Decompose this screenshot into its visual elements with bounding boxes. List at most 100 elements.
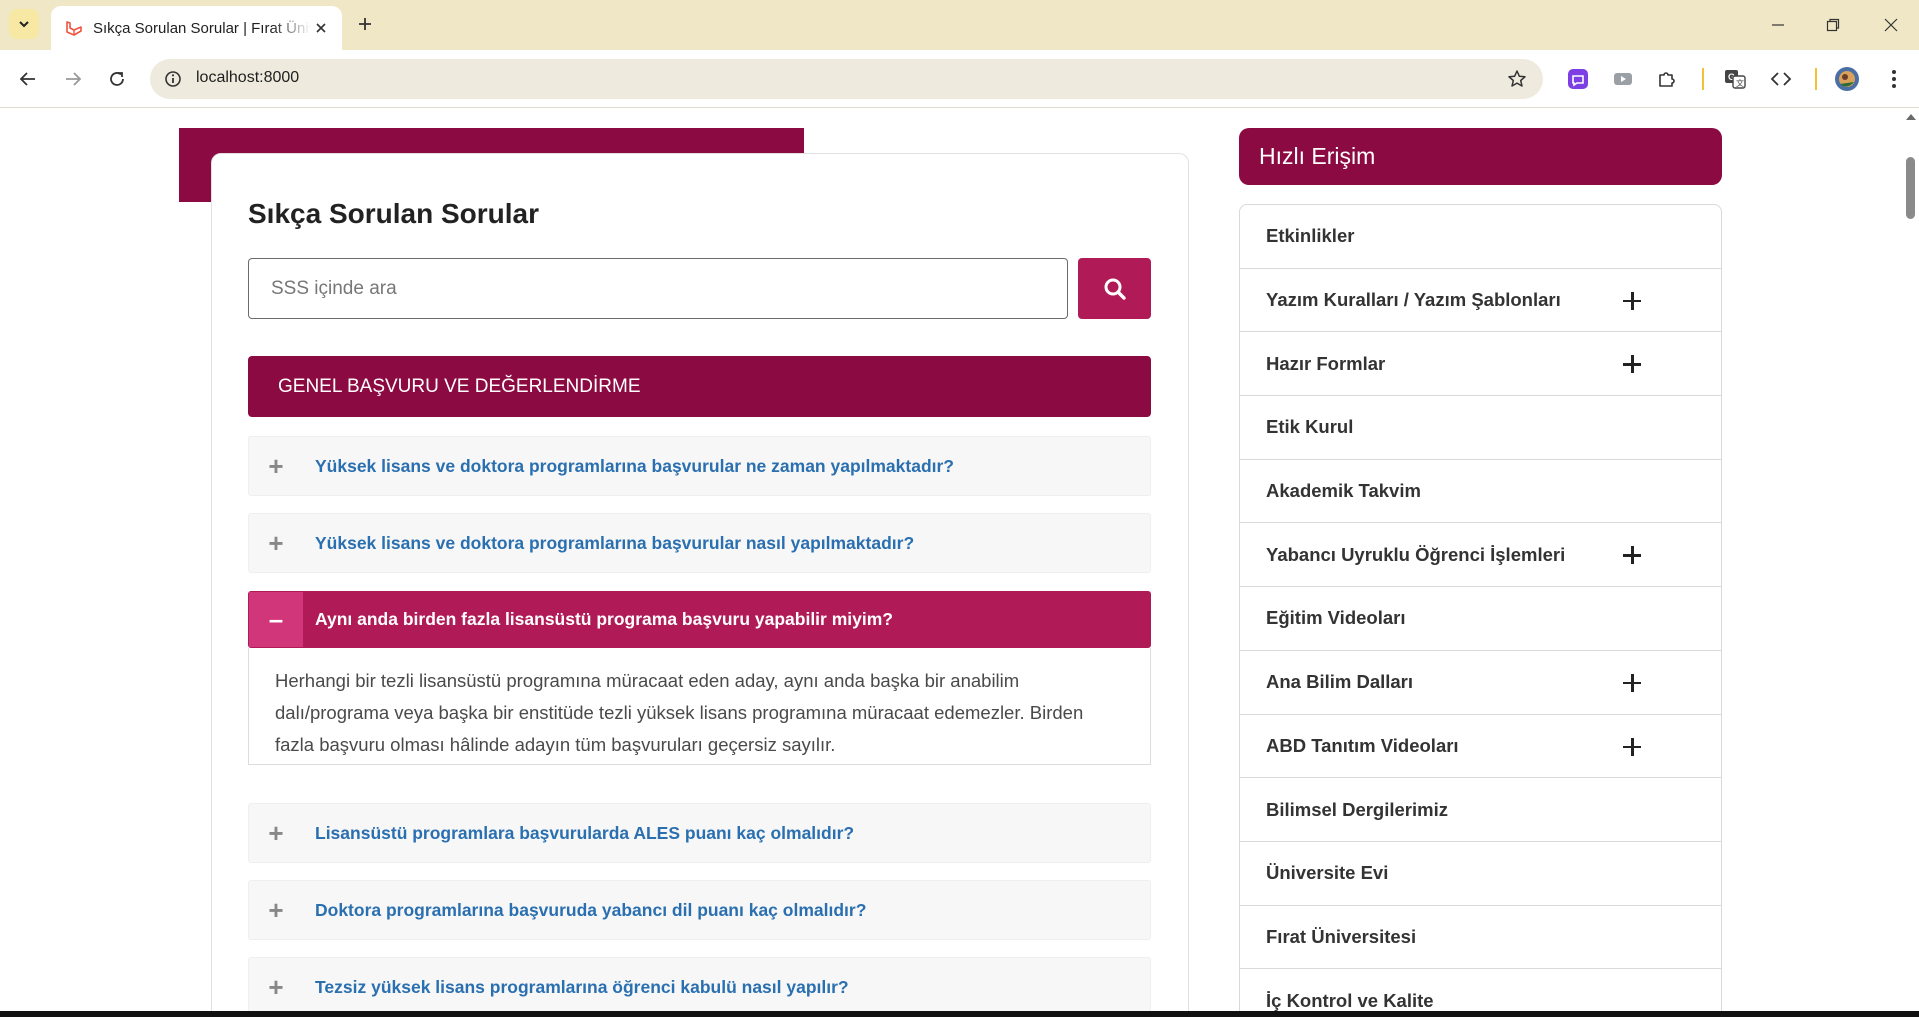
- sidebar-item-yabanci-uyruklu[interactable]: Yabancı Uyruklu Öğrenci İşlemleri: [1240, 523, 1721, 588]
- tab-close-button[interactable]: [312, 19, 330, 37]
- sidebar-item-label[interactable]: Akademik Takvim: [1266, 480, 1421, 502]
- forward-button[interactable]: [57, 63, 89, 95]
- faq-question-text[interactable]: Tezsiz yüksek lisans programlarına öğren…: [315, 958, 849, 1016]
- toolbar-separator: [1702, 68, 1704, 90]
- faq-question-item[interactable]: + Lisansüstü programlara başvurularda AL…: [248, 803, 1151, 863]
- browser-tab-active[interactable]: Sıkça Sorulan Sorular | Fırat Üniversite…: [51, 6, 342, 50]
- sidebar-item-label[interactable]: Üniversite Evi: [1266, 862, 1388, 884]
- back-button[interactable]: [12, 63, 44, 95]
- plus-icon[interactable]: [1621, 736, 1643, 758]
- code-icon: [1770, 72, 1792, 86]
- sidebar-item-label[interactable]: Hazır Formlar: [1266, 353, 1385, 375]
- sidebar-item-label[interactable]: Etkinlikler: [1266, 225, 1354, 247]
- faq-question-item[interactable]: + Doktora programlarına başvuruda yabanc…: [248, 880, 1151, 940]
- toolbar-separator: [1815, 68, 1817, 90]
- plus-icon[interactable]: [1621, 353, 1643, 375]
- faq-category-header: GENEL BAŞVURU VE DEĞERLENDİRME: [248, 356, 1151, 417]
- close-icon: [316, 23, 326, 33]
- sidebar-item-yazim-kurallari[interactable]: Yazım Kuralları / Yazım Şablonları: [1240, 269, 1721, 333]
- sidebar-item-label[interactable]: İç Kontrol ve Kalite: [1266, 990, 1434, 1012]
- expand-toggle[interactable]: +: [249, 804, 303, 862]
- screen-bottom-edge: [0, 1011, 1919, 1017]
- expand-toggle[interactable]: +: [249, 437, 303, 495]
- faq-question-item[interactable]: + Tezsiz yüksek lisans programlarına öğr…: [248, 957, 1151, 1017]
- collapse-toggle[interactable]: –: [249, 592, 303, 647]
- plus-icon[interactable]: [1621, 672, 1643, 694]
- page-title: Sıkça Sorulan Sorular: [248, 198, 539, 229]
- sidebar-item-etik-kurul[interactable]: Etik Kurul: [1240, 396, 1721, 460]
- arrow-right-icon: [66, 72, 82, 86]
- expand-toggle[interactable]: +: [249, 881, 303, 939]
- chevron-down-icon: [19, 21, 29, 28]
- faq-question-item[interactable]: + Yüksek lisans ve doktora programlarına…: [248, 436, 1151, 496]
- quick-access-list: Etkinlikler Yazım Kuralları / Yazım Şabl…: [1239, 204, 1722, 1017]
- scrollbar-thumb[interactable]: [1906, 157, 1915, 219]
- close-window-button[interactable]: [1877, 11, 1905, 39]
- restore-button[interactable]: [1819, 11, 1847, 39]
- faq-question-text[interactable]: Lisansüstü programlara başvurularda ALES…: [315, 804, 854, 862]
- faq-search-button[interactable]: [1078, 258, 1151, 319]
- plus-icon[interactable]: [1621, 290, 1643, 312]
- restore-icon: [1826, 18, 1840, 32]
- sidebar-item-label[interactable]: Yazım Kuralları / Yazım Şablonları: [1266, 289, 1561, 311]
- minimize-icon: [1772, 24, 1784, 26]
- sidebar-item-abd-tanitim[interactable]: ABD Tanıtım Videoları: [1240, 715, 1721, 779]
- sidebar-item-label[interactable]: Bilimsel Dergilerimiz: [1266, 799, 1448, 821]
- sidebar-item-bilimsel-dergiler[interactable]: Bilimsel Dergilerimiz: [1240, 778, 1721, 842]
- translate-button[interactable]: G文: [1721, 65, 1749, 93]
- reload-icon: [110, 72, 124, 86]
- devtools-button[interactable]: [1767, 65, 1795, 93]
- faq-question-item[interactable]: + Yüksek lisans ve doktora programlarına…: [248, 513, 1151, 573]
- bookmark-button[interactable]: [1505, 67, 1529, 91]
- page-viewport: Sıkça Sorulan Sorular GENEL BAŞVURU VE D…: [0, 109, 1919, 1017]
- tab-title: Sıkça Sorulan Sorular | Fırat Üniversite…: [93, 19, 311, 37]
- faq-question-text[interactable]: Doktora programlarına başvuruda yabancı …: [315, 881, 866, 939]
- sidebar-item-universite-evi[interactable]: Üniversite Evi: [1240, 842, 1721, 906]
- sidebar-item-hazir-formlar[interactable]: Hazır Formlar: [1240, 332, 1721, 397]
- sidebar-item-label[interactable]: Yabancı Uyruklu Öğrenci İşlemleri: [1266, 544, 1565, 566]
- close-icon: [1884, 18, 1898, 32]
- profile-button[interactable]: [1833, 65, 1861, 93]
- tab-search-button[interactable]: [9, 9, 39, 39]
- new-tab-button[interactable]: [352, 11, 378, 37]
- faq-search-input[interactable]: [248, 258, 1068, 319]
- scroll-up-arrow-icon[interactable]: [1906, 114, 1916, 120]
- plus-icon[interactable]: [1621, 544, 1643, 566]
- sidebar-item-akademik-takvim[interactable]: Akademik Takvim: [1240, 460, 1721, 524]
- extension-purple-icon: [1568, 69, 1588, 89]
- extension-button-2[interactable]: [1609, 65, 1637, 93]
- sidebar-item-ic-kontrol[interactable]: İç Kontrol ve Kalite: [1240, 969, 1721, 1017]
- sidebar-item-ana-bilim-dallari[interactable]: Ana Bilim Dalları: [1240, 651, 1721, 715]
- sidebar-item-egitim-videolari[interactable]: Eğitim Videoları: [1240, 587, 1721, 651]
- faq-question-item-open[interactable]: – Aynı anda birden fazla lisansüstü prog…: [248, 591, 1151, 648]
- expand-toggle[interactable]: +: [249, 514, 303, 572]
- extension-button-1[interactable]: [1564, 65, 1592, 93]
- sidebar-item-label[interactable]: Eğitim Videoları: [1266, 607, 1405, 629]
- translate-icon: G文: [1725, 70, 1746, 89]
- avatar-icon: [1835, 67, 1859, 91]
- extensions-button[interactable]: [1653, 65, 1681, 93]
- search-icon: [1104, 278, 1126, 300]
- reload-button[interactable]: [101, 63, 133, 95]
- faq-question-text[interactable]: Yüksek lisans ve doktora programlarına b…: [315, 514, 914, 572]
- expand-toggle[interactable]: +: [249, 958, 303, 1016]
- faq-question-text[interactable]: Aynı anda birden fazla lisansüstü progra…: [315, 592, 893, 647]
- faq-answer-text: Herhangi bir tezli lisansüstü programına…: [248, 648, 1151, 765]
- chrome-menu-button[interactable]: [1880, 65, 1908, 93]
- sidebar-item-label[interactable]: Fırat Üniversitesi: [1266, 926, 1416, 948]
- sidebar-item-label[interactable]: ABD Tanıtım Videoları: [1266, 735, 1459, 757]
- minimize-button[interactable]: [1764, 11, 1792, 39]
- sidebar-item-etkinlikler[interactable]: Etkinlikler: [1240, 205, 1721, 269]
- page-scrollbar[interactable]: [1902, 109, 1919, 1017]
- svg-text:文: 文: [1736, 78, 1744, 88]
- faq-question-text[interactable]: Yüksek lisans ve doktora programlarına b…: [315, 437, 954, 495]
- video-extension-icon: [1614, 73, 1632, 85]
- sidebar-item-label[interactable]: Etik Kurul: [1266, 416, 1353, 438]
- sidebar-item-label[interactable]: Ana Bilim Dalları: [1266, 671, 1413, 693]
- sidebar-item-firat-universitesi[interactable]: Fırat Üniversitesi: [1240, 906, 1721, 970]
- puzzle-icon: [1659, 72, 1675, 87]
- site-info-button[interactable]: [162, 68, 184, 90]
- address-bar[interactable]: localhost:8000: [150, 59, 1543, 99]
- arrow-left-icon: [19, 72, 35, 86]
- plus-icon: [359, 18, 371, 30]
